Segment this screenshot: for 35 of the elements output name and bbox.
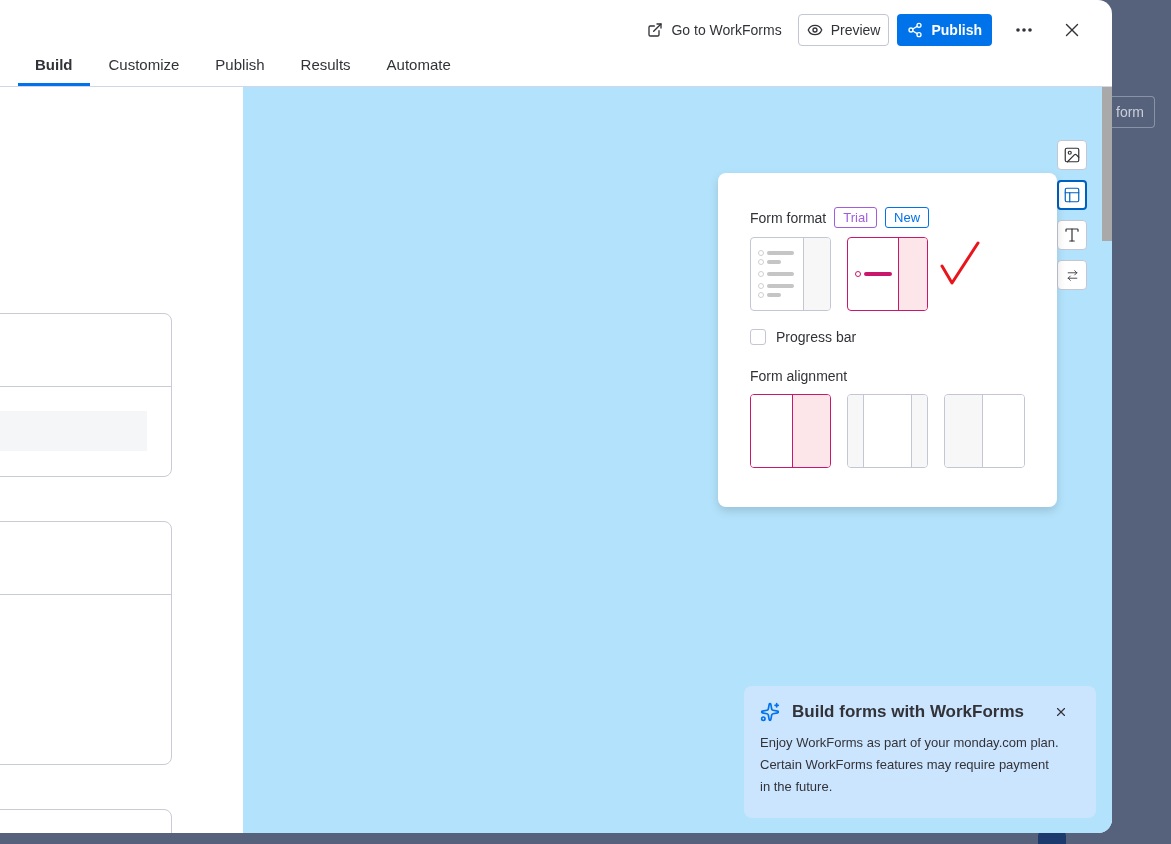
right-pane-alignment-option[interactable] (750, 394, 831, 468)
close-icon (1054, 705, 1068, 719)
promo-text: Enjoy WorkForms as part of your monday.com plan. Certain WorkForms features may require payment in the future. (760, 734, 1060, 796)
promo-title: Build forms with WorkForms (792, 702, 1025, 722)
swap-tool-button[interactable] (1057, 260, 1087, 290)
eye-icon (806, 22, 823, 38)
layout-tool-button[interactable] (1057, 180, 1087, 210)
preview-button[interactable]: Preview (797, 14, 890, 46)
form-alignment-label: Form alignment (750, 368, 848, 384)
image-tool-button[interactable] (1057, 140, 1087, 170)
tab[interactable]: Automate (369, 56, 468, 86)
sparkles-icon (760, 702, 780, 722)
tab[interactable]: Results (283, 56, 368, 86)
tab[interactable]: Customize (91, 56, 197, 86)
publish-button[interactable]: Publish (897, 14, 992, 46)
go-to-workforms-link[interactable]: Go to WorkForms (639, 14, 790, 46)
image-icon (1063, 146, 1081, 164)
text-icon (1063, 226, 1081, 244)
progress-bar-label: Progress bar (776, 329, 857, 345)
swap-arrows-icon (1065, 268, 1079, 282)
checkmark-annotation-icon (940, 241, 980, 287)
badge: Trial (834, 207, 878, 228)
tab[interactable]: Build (18, 56, 90, 86)
single-question-format-option[interactable] (847, 237, 928, 311)
close-button[interactable] (1054, 705, 1068, 719)
more-icon (1016, 28, 1032, 32)
text-tool-button[interactable] (1057, 220, 1087, 250)
external-link-icon (647, 22, 664, 38)
progress-bar-checkbox[interactable] (750, 329, 766, 345)
badge: New (885, 207, 930, 228)
form-format-label: Form format (750, 209, 827, 226)
tab[interactable]: Publish (198, 56, 282, 86)
share-icon (907, 22, 924, 38)
layout-icon (1063, 186, 1081, 204)
scrollbar-thumb[interactable] (1102, 87, 1112, 241)
